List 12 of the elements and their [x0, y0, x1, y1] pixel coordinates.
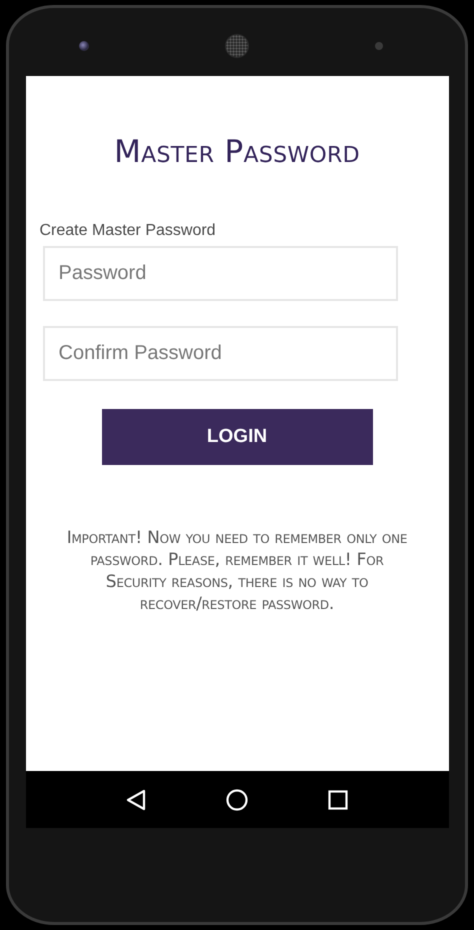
- password-field[interactable]: Confirm Password: [42, 326, 398, 381]
- screen-title: Master Password: [114, 134, 360, 170]
- camera-icon: [79, 41, 89, 51]
- login-button[interactable]: LOGIN: [102, 409, 372, 465]
- field-label: Create Master Password: [40, 222, 217, 240]
- password-field[interactable]: Password: [42, 246, 398, 301]
- back-icon[interactable]: [126, 788, 146, 810]
- recents-icon[interactable]: [328, 790, 348, 810]
- home-icon[interactable]: [226, 788, 248, 810]
- speaker-grille: [225, 34, 249, 58]
- notice-text: Important! Now you need to remember only one password. Please, remember it well! For Security reasons, there is no way to recover/restore password.: [66, 527, 408, 615]
- sensor-icon: [375, 42, 383, 50]
